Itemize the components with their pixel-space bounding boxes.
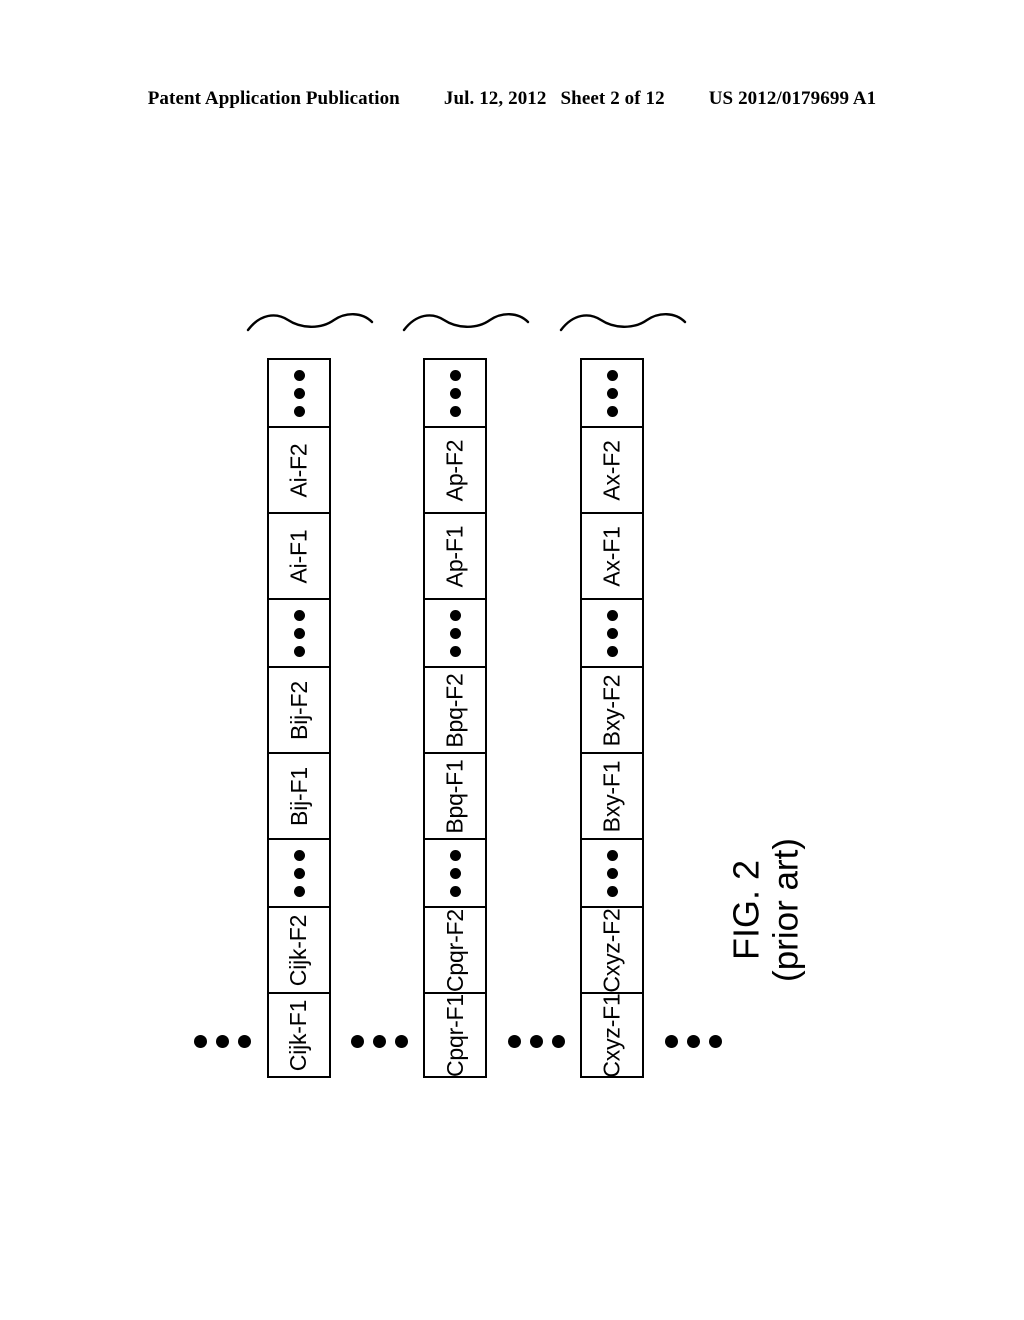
field-cell-label: Bij-F2 (285, 680, 312, 740)
field-cell: Bij-F1 (267, 752, 331, 838)
field-cell-label: Cijk-F2 (285, 914, 312, 986)
field-cell: Cxyz-F2 (580, 906, 644, 992)
vertical-ellipsis-icon (606, 369, 618, 417)
field-cell: Cijk-F2 (267, 906, 331, 992)
vertical-ellipsis-icon (293, 369, 305, 417)
field-cell: Cpqr-F2 (423, 906, 487, 992)
ellipsis-cell (423, 838, 487, 906)
field-cell: Bpq-F2 (423, 666, 487, 752)
field-cell: Ai-F2 (267, 426, 331, 512)
ellipsis-cell (267, 598, 331, 666)
field-cell: Cpqr-F1 (423, 992, 487, 1078)
field-cell: Ai-F1 (267, 512, 331, 598)
field-cell-label: Cxyz-F2 (598, 907, 625, 993)
field-cell-label: Bpq-F2 (441, 672, 468, 748)
figure-caption-line-2: (prior art) (766, 838, 806, 982)
field-cell-label: Cijk-F1 (285, 999, 312, 1071)
record-column-1: Cijk-F1 Cijk-F2 Bij-F1 Bij-F2 Ai-F1 Ai-F2 (267, 358, 331, 1078)
field-cell: Ax-F2 (580, 426, 644, 512)
vertical-ellipsis-icon (449, 369, 461, 417)
field-cell-label: Ap-F1 (441, 525, 468, 587)
record-column-3: Cxyz-F1 Cxyz-F2 Bxy-F1 Bxy-F2 Ax-F1 Ax-F2 (580, 358, 644, 1078)
vertical-ellipsis-icon (449, 849, 461, 897)
field-cell-label: Cpqr-F1 (441, 993, 468, 1077)
field-cell-label: Ax-F2 (598, 439, 625, 501)
break-line-column-2 (402, 313, 530, 332)
field-cell: Cxyz-F1 (580, 992, 644, 1078)
ellipsis-cell (580, 838, 644, 906)
vertical-ellipsis-icon (293, 849, 305, 897)
ellipsis-cell (423, 358, 487, 426)
field-cell-label: Cpqr-F2 (441, 908, 468, 992)
row-ellipsis-2 (508, 1035, 565, 1048)
vertical-ellipsis-icon (606, 609, 618, 657)
ellipsis-cell (267, 838, 331, 906)
vertical-ellipsis-icon (293, 609, 305, 657)
field-cell: Bxy-F2 (580, 666, 644, 752)
break-line-column-3 (559, 313, 687, 332)
field-cell-label: Ap-F2 (441, 439, 468, 501)
figure-2-diagram: Cijk-F1 Cijk-F2 Bij-F1 Bij-F2 Ai-F1 Ai-F2 Cpq… (0, 0, 1024, 1320)
field-cell-label: Ai-F1 (285, 529, 312, 583)
field-cell: Bpq-F1 (423, 752, 487, 838)
break-line-column-1 (246, 313, 374, 332)
field-cell-label: Bxy-F1 (598, 760, 625, 832)
field-cell-label: Bxy-F2 (598, 674, 625, 746)
field-cell: Ap-F2 (423, 426, 487, 512)
row-ellipsis-1 (351, 1035, 408, 1048)
field-cell: Ap-F1 (423, 512, 487, 598)
ellipsis-cell (267, 358, 331, 426)
figure-caption-line-1: FIG. 2 (725, 859, 767, 961)
ellipsis-cell (580, 598, 644, 666)
vertical-ellipsis-icon (449, 609, 461, 657)
field-cell-label: Ax-F1 (598, 525, 625, 587)
vertical-ellipsis-icon (606, 849, 618, 897)
figure-caption: FIG. 2 (prior art) (706, 760, 826, 1060)
field-cell: Ax-F1 (580, 512, 644, 598)
field-cell-label: Cxyz-F1 (598, 992, 625, 1078)
field-cell: Cijk-F1 (267, 992, 331, 1078)
field-cell-label: Bpq-F1 (441, 758, 468, 834)
row-ellipsis-0 (194, 1035, 251, 1048)
field-cell: Bij-F2 (267, 666, 331, 752)
ellipsis-cell (423, 598, 487, 666)
field-cell: Bxy-F1 (580, 752, 644, 838)
ellipsis-cell (580, 358, 644, 426)
field-cell-label: Bij-F1 (285, 766, 312, 826)
field-cell-label: Ai-F2 (285, 443, 312, 497)
record-column-2: Cpqr-F1 Cpqr-F2 Bpq-F1 Bpq-F2 Ap-F1 Ap-F2 (423, 358, 487, 1078)
